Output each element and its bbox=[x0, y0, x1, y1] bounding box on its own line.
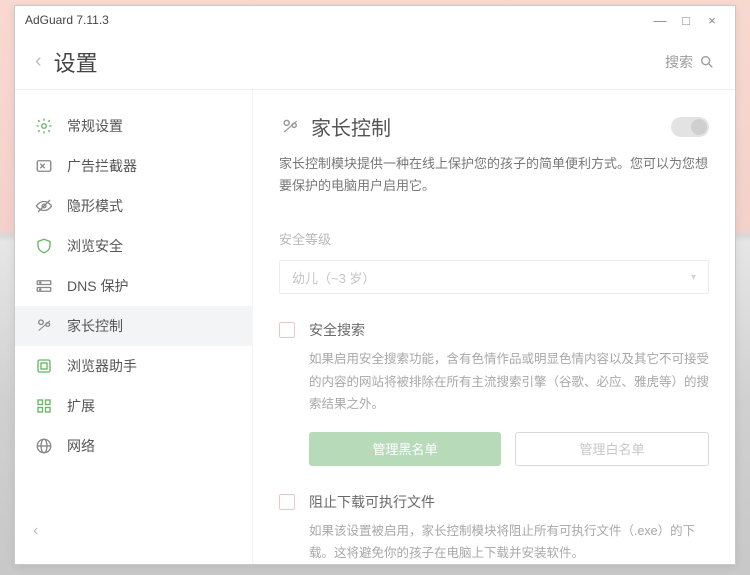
section-header: 家长控制 bbox=[279, 112, 709, 141]
sidebar-item-extensions[interactable]: 扩展 bbox=[15, 386, 252, 426]
sidebar-collapse-icon[interactable]: ‹ bbox=[15, 522, 252, 548]
app-window: AdGuard 7.11.3 — □ × ‹ 设置 搜索 常规设置 bbox=[14, 5, 736, 565]
toggle-knob bbox=[691, 119, 707, 135]
safe-search-description: 如果启用安全搜索功能，含有色情作品或明显色情内容以及其它不可接受的内容的网站将被… bbox=[309, 348, 709, 416]
block-exec-label: 阻止下载可执行文件 bbox=[309, 492, 435, 512]
block-exec-row: 阻止下载可执行文件 bbox=[279, 492, 709, 512]
sidebar-item-label: 网络 bbox=[67, 436, 95, 456]
close-button[interactable]: × bbox=[699, 13, 725, 28]
sidebar-item-browsing-security[interactable]: 浏览安全 bbox=[15, 226, 252, 266]
search-icon bbox=[699, 54, 715, 70]
sidebar-item-label: 隐形模式 bbox=[67, 196, 123, 216]
button-label: 管理黑名单 bbox=[372, 439, 437, 458]
sidebar-item-label: 浏览器助手 bbox=[67, 356, 137, 376]
titlebar: AdGuard 7.11.3 — □ × bbox=[15, 6, 735, 34]
manage-whitelist-button[interactable]: 管理白名单 bbox=[515, 432, 709, 466]
minimize-button[interactable]: — bbox=[647, 13, 673, 28]
button-label: 管理白名单 bbox=[579, 439, 644, 458]
sidebar-item-assistant[interactable]: 浏览器助手 bbox=[15, 346, 252, 386]
parental-icon bbox=[33, 317, 55, 335]
section-description: 家长控制模块提供一种在线上保护您的孩子的简单便利方式。您可以为您想要保护的电脑用… bbox=[279, 153, 709, 197]
parental-icon bbox=[279, 116, 301, 138]
sidebar-item-dns[interactable]: DNS 保护 bbox=[15, 266, 252, 306]
sidebar-item-adblocker[interactable]: 广告拦截器 bbox=[15, 146, 252, 186]
maximize-button[interactable]: □ bbox=[673, 13, 699, 28]
search-input[interactable]: 搜索 bbox=[665, 52, 715, 72]
sidebar-item-label: 浏览安全 bbox=[67, 236, 123, 256]
sidebar-item-label: 家长控制 bbox=[67, 316, 123, 336]
security-level-select[interactable]: 幼儿（~3 岁） ▾ bbox=[279, 260, 709, 294]
sidebar-item-label: 广告拦截器 bbox=[67, 156, 137, 176]
block-exec-checkbox[interactable] bbox=[279, 494, 295, 510]
list-buttons: 管理黑名单 管理白名单 bbox=[309, 432, 709, 466]
manage-blacklist-button[interactable]: 管理黑名单 bbox=[309, 432, 501, 466]
page-header: ‹ 设置 搜索 bbox=[15, 34, 735, 90]
chevron-down-icon: ▾ bbox=[691, 272, 696, 283]
shield-icon bbox=[33, 237, 55, 255]
assistant-icon bbox=[33, 357, 55, 375]
globe-icon bbox=[33, 437, 55, 455]
back-icon[interactable]: ‹ bbox=[35, 50, 42, 73]
gear-icon bbox=[33, 117, 55, 135]
extensions-icon bbox=[33, 397, 55, 415]
safe-search-row: 安全搜索 bbox=[279, 320, 709, 340]
adblock-icon bbox=[33, 157, 55, 175]
page-title: 设置 bbox=[54, 46, 98, 78]
search-label: 搜索 bbox=[665, 52, 693, 72]
sidebar-item-parental[interactable]: 家长控制 bbox=[15, 306, 252, 346]
section-title: 家长控制 bbox=[311, 112, 391, 141]
parental-toggle[interactable] bbox=[671, 117, 709, 137]
safe-search-checkbox[interactable] bbox=[279, 322, 295, 338]
eye-off-icon bbox=[33, 197, 55, 215]
body: 常规设置 广告拦截器 隐形模式 浏览安全 bbox=[15, 90, 735, 564]
content-panel: 家长控制 家长控制模块提供一种在线上保护您的孩子的简单便利方式。您可以为您想要保… bbox=[253, 90, 735, 564]
dns-icon bbox=[33, 277, 55, 295]
sidebar-item-network[interactable]: 网络 bbox=[15, 426, 252, 466]
security-level-label: 安全等级 bbox=[279, 229, 709, 248]
sidebar-item-general[interactable]: 常规设置 bbox=[15, 106, 252, 146]
select-value: 幼儿（~3 岁） bbox=[292, 268, 375, 287]
sidebar-item-label: 常规设置 bbox=[67, 116, 123, 136]
block-exec-description: 如果该设置被启用，家长控制模块将阻止所有可执行文件（.exe）的下载。这将避免你… bbox=[309, 520, 709, 564]
sidebar: 常规设置 广告拦截器 隐形模式 浏览安全 bbox=[15, 90, 253, 564]
sidebar-item-label: 扩展 bbox=[67, 396, 95, 416]
sidebar-item-stealth[interactable]: 隐形模式 bbox=[15, 186, 252, 226]
sidebar-item-label: DNS 保护 bbox=[67, 276, 128, 296]
window-title: AdGuard 7.11.3 bbox=[25, 13, 109, 27]
safe-search-label: 安全搜索 bbox=[309, 320, 365, 340]
